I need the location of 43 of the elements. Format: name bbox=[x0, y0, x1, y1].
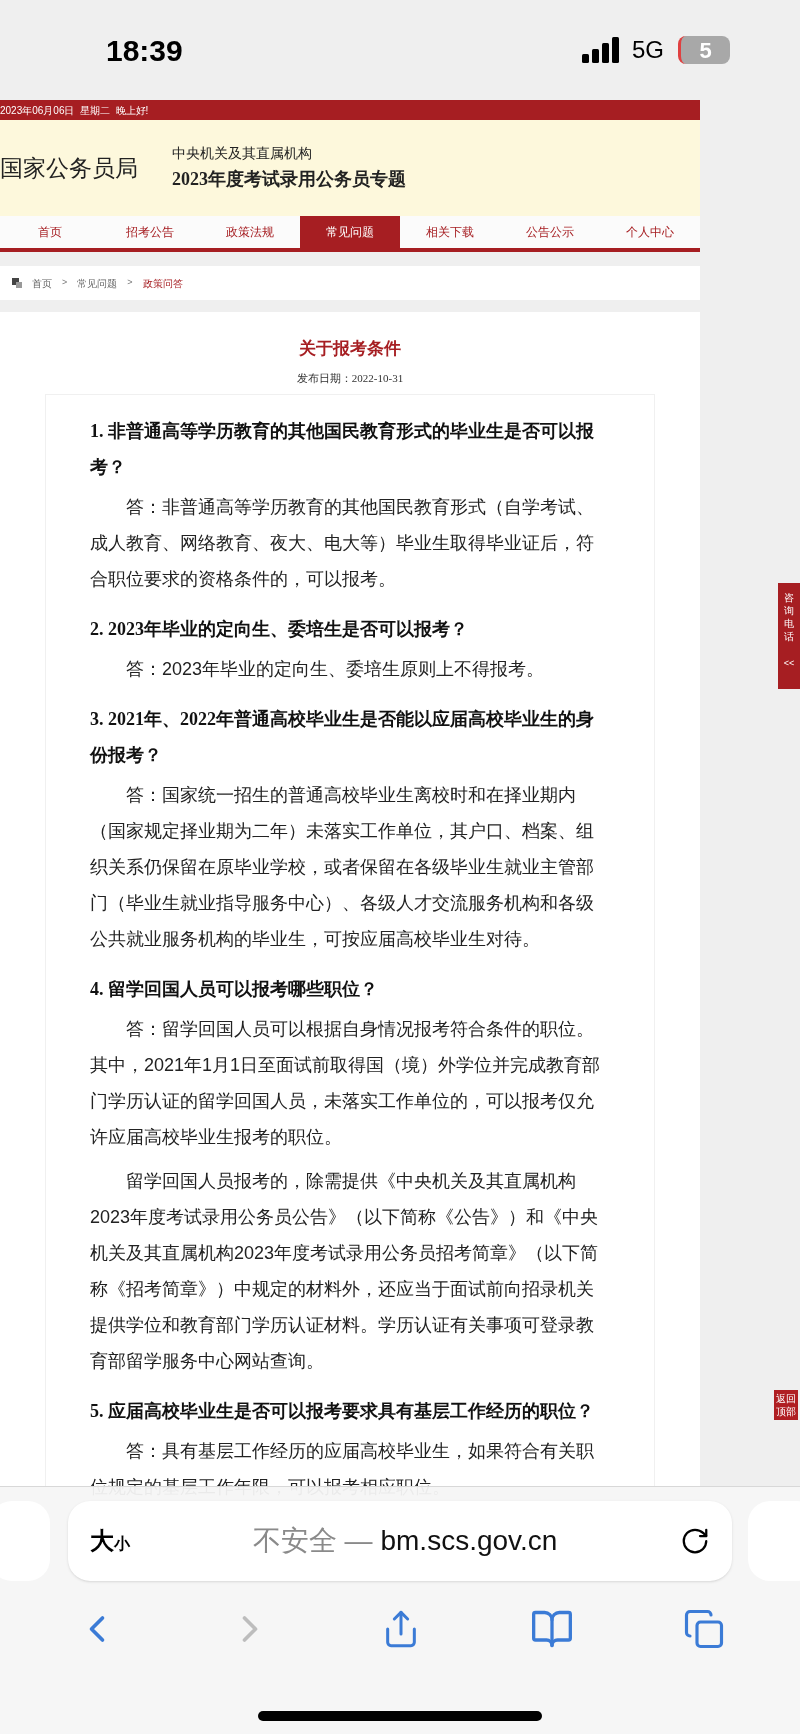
site-logo: 国家公务员局 bbox=[0, 153, 138, 183]
text-size-button[interactable]: 大小 bbox=[90, 1523, 130, 1559]
date-greeting: 2023年06月06日 星期二 晚上好! bbox=[0, 103, 149, 118]
url-text: bm.scs.gov.cn bbox=[380, 1524, 558, 1558]
network-label: 5G bbox=[632, 35, 664, 65]
nav-tab[interactable]: 招考公告 bbox=[100, 216, 200, 248]
signal-icon bbox=[582, 37, 622, 63]
article-title: 关于报考条件 bbox=[299, 338, 401, 360]
nav-tab[interactable]: 个人中心 bbox=[600, 216, 700, 248]
breadcrumb-separator: > bbox=[62, 276, 68, 290]
answer-paragraph: 答：2023年毕业的定向生、委培生原则上不得报考。 bbox=[125, 658, 546, 681]
nav-tab[interactable]: 首页 bbox=[0, 216, 100, 248]
consult-phone-tab[interactable]: 咨询电话 << bbox=[778, 583, 800, 689]
reload-icon[interactable] bbox=[680, 1526, 710, 1556]
breadcrumb-separator: > bbox=[127, 276, 133, 290]
tabs-icon[interactable] bbox=[683, 1608, 726, 1650]
breadcrumb-link[interactable]: 政策问答 bbox=[142, 275, 183, 291]
nav-tab[interactable]: 公告公示 bbox=[500, 216, 600, 248]
collapse-label: << bbox=[783, 657, 795, 670]
publish-date: 发布日期：2022-10-31 bbox=[296, 370, 404, 386]
answer-paragraph: 答：国家统一招生的普通高校毕业生离校时和在择业期内（国家规定择业期为二年）未落实工作单位，其户口、档案、组织关系仍保留在原毕业学校，或者保留在各级毕业生就业主管部门（毕业生就业指导服务中心）、各级人才交流服务机构和各级公共就业服务机构的毕业生，可按应届高校毕业生对待。 bbox=[90, 784, 595, 951]
nav-tab[interactable]: 常见问题 bbox=[300, 216, 400, 248]
breadcrumb-link[interactable]: 常见问题 bbox=[77, 275, 118, 291]
answer-paragraph: 留学回国人员报考的，除需提供《中央机关及其直属机构2023年度考试录用公务员公告》（以下简称《公告》）和《中央机关及其直属机构2023年度考试录用公务员招考简章》（以下简称《招考简章》）中规定的材料外，还应当于面试前向招录机关提供学位和教育部门学历认证材料。学历认证有关事项可登录教育部留学服务中心网站查询。 bbox=[90, 1170, 600, 1373]
question-heading: 3. 2021年、2022年普通高校毕业生是否能以应届高校毕业生的身份报考？ bbox=[90, 708, 595, 767]
question-heading: 4. 留学回国人员可以报考哪些职位？ bbox=[90, 978, 379, 1001]
nav-tab[interactable]: 相关下载 bbox=[400, 216, 500, 248]
answer-paragraph: 答：留学回国人员可以根据自身情况报考符合条件的职位。其中，2021年1月1日至面试前取得国（境）外学位并完成教育部门学历认证的留学回国人员，未落实工作单位的，可以报考仅允许应届高校毕业生报考的职位。 bbox=[90, 1018, 602, 1149]
nav-tab[interactable]: 政策法规 bbox=[200, 216, 300, 248]
question-heading: 2. 2023年毕业的定向生、委培生是否可以报考？ bbox=[90, 618, 469, 641]
header-subtitle: 中央机关及其直属机构 bbox=[172, 144, 313, 163]
address-bar[interactable]: 大小 不安全 — bm.scs.gov.cn bbox=[68, 1501, 732, 1581]
battery-indicator: 5 bbox=[678, 36, 730, 64]
breadcrumb-link[interactable]: 首页 bbox=[32, 275, 52, 291]
question-heading: 1. 非普通高等学历教育的其他国民教育形式的毕业生是否可以报考？ bbox=[90, 420, 595, 479]
security-label: 不安全 — bbox=[252, 1524, 373, 1558]
status-time: 18:39 bbox=[106, 32, 183, 69]
question-heading: 5. 应届高校毕业生是否可以报考要求具有基层工作经历的职位？ bbox=[90, 1400, 595, 1423]
answer-paragraph: 答：非普通高等学历教育的其他国民教育形式（自学考试、成人教育、网络教育、夜大、电大等）毕业生取得毕业证后，符合职位要求的资格条件的，可以报考。 bbox=[90, 496, 595, 591]
consult-phone-label: 咨询电话 bbox=[784, 591, 794, 643]
header-title: 2023年度考试录用公务员专题 bbox=[172, 168, 406, 191]
back-to-top-button[interactable]: 返回顶部 bbox=[774, 1390, 798, 1420]
home-icon bbox=[12, 278, 22, 288]
